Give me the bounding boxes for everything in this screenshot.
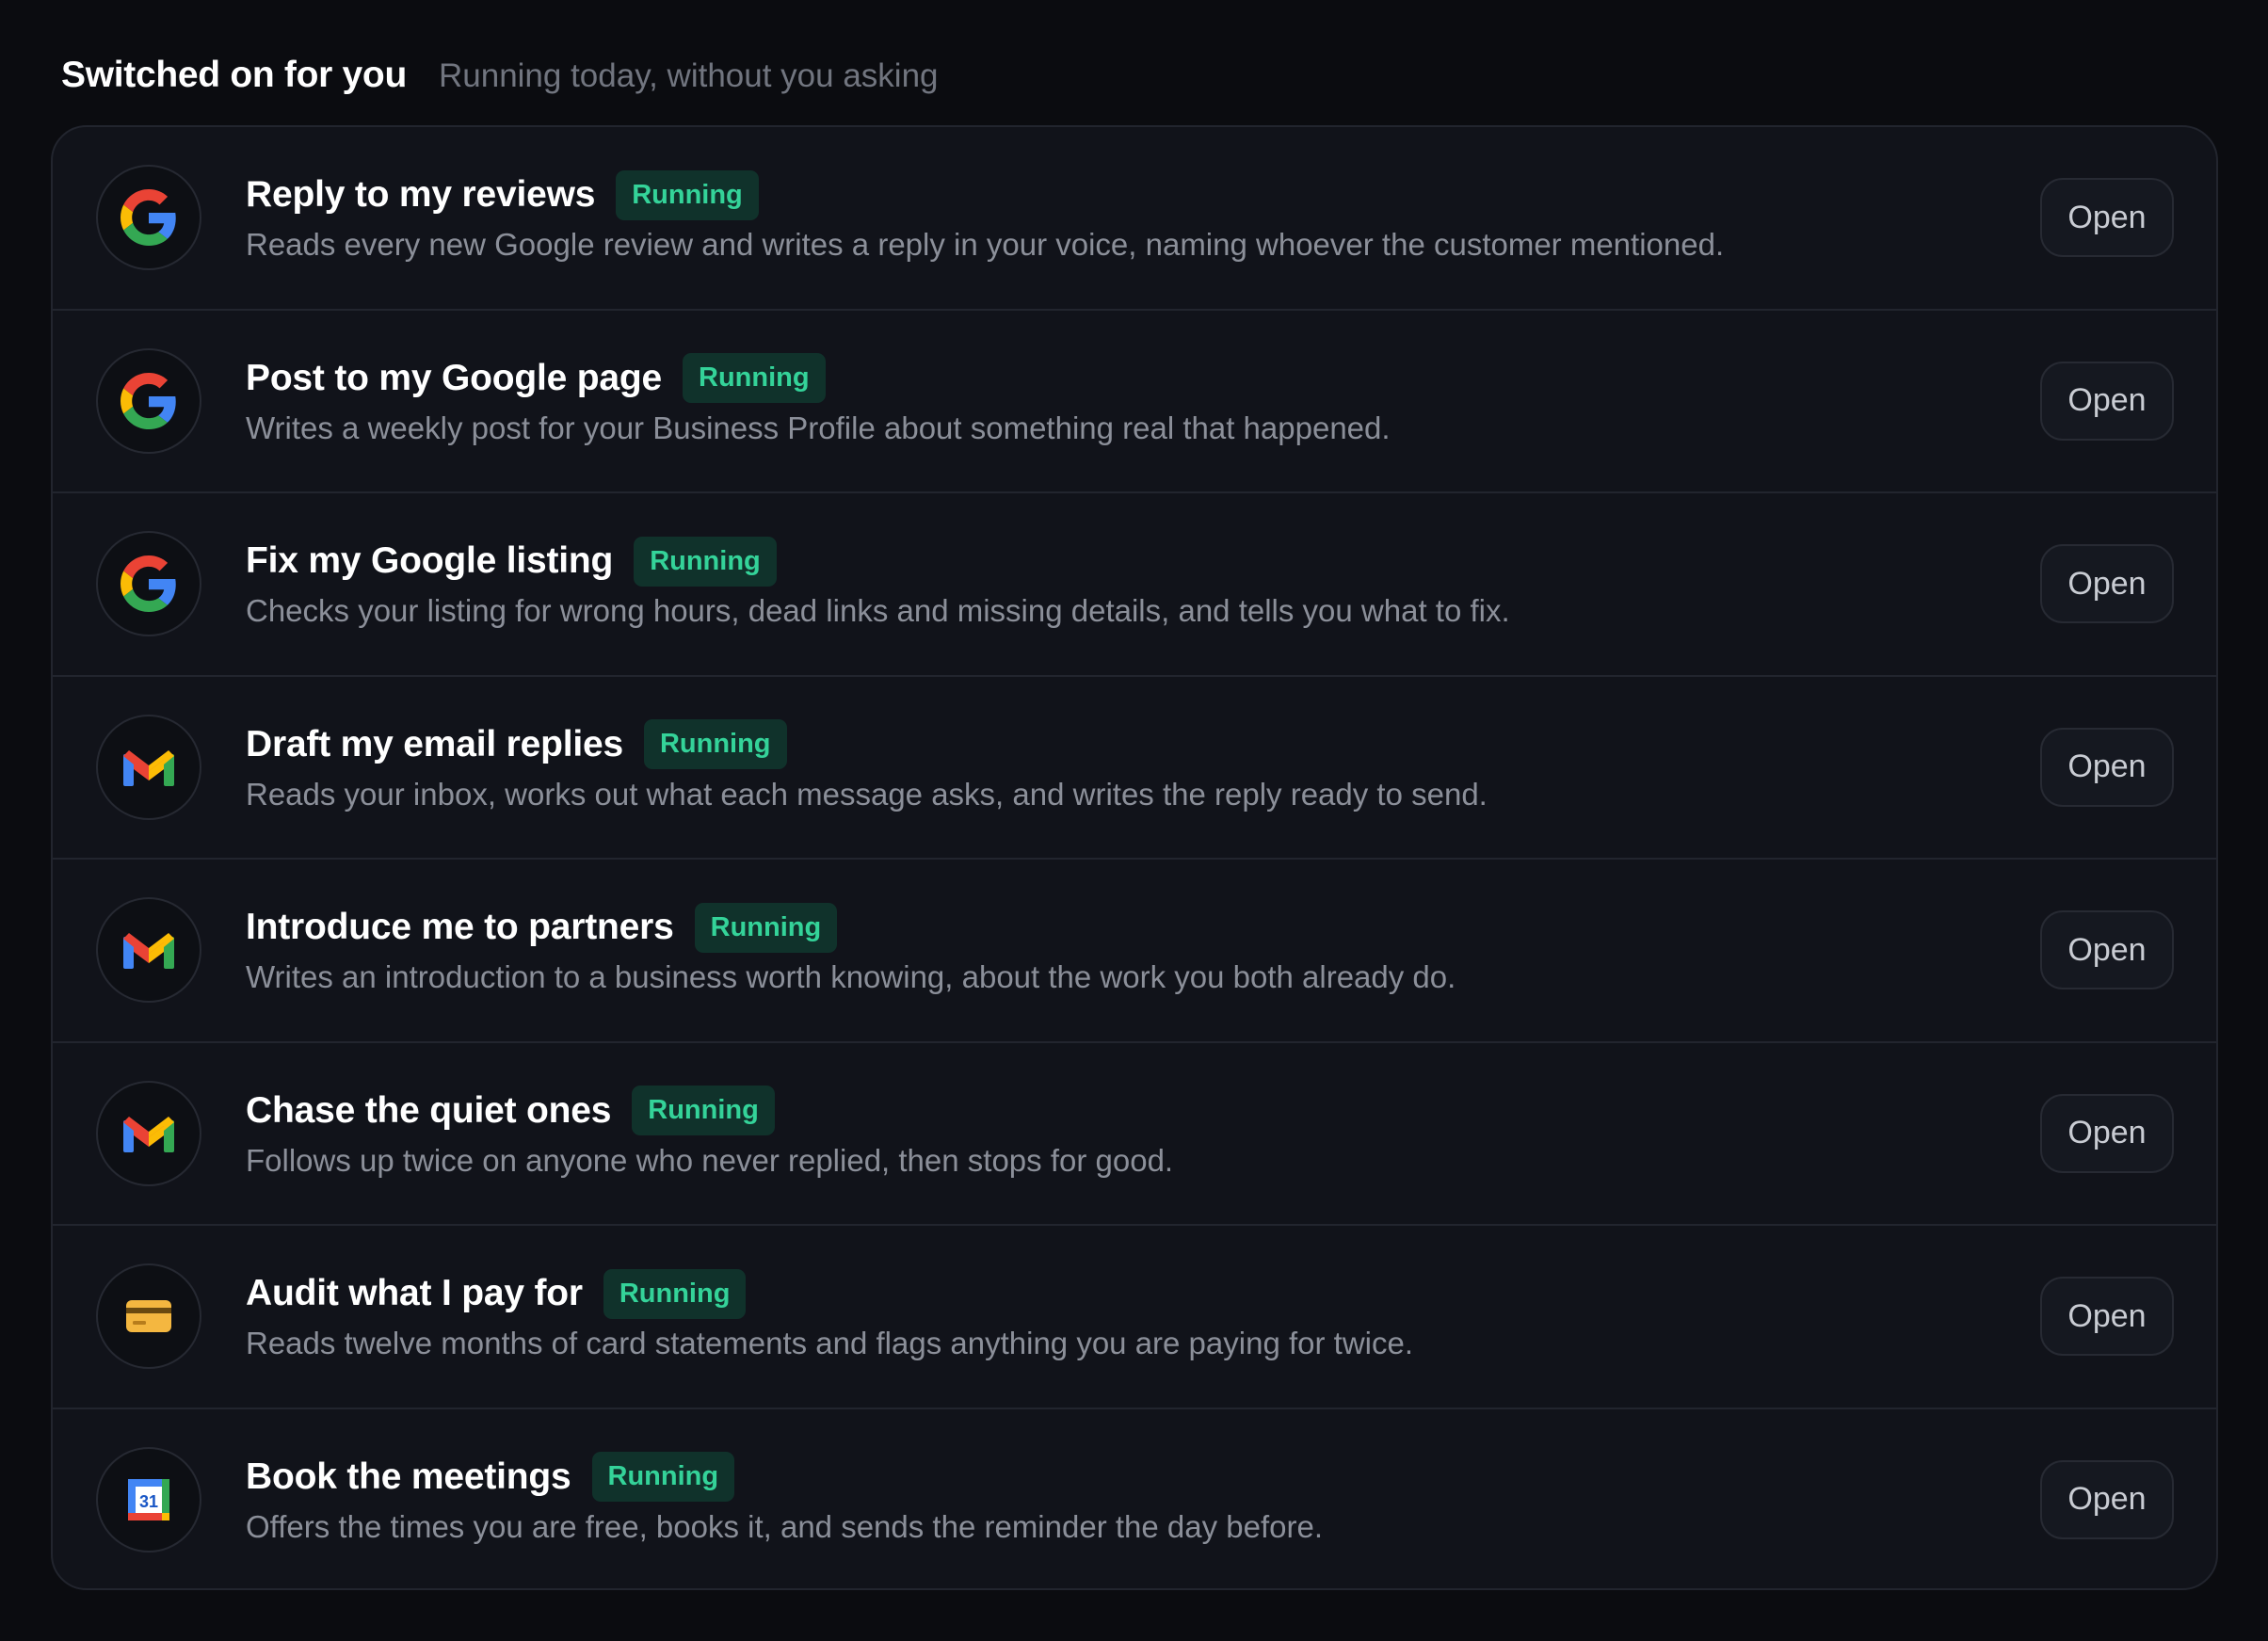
list-item: Post to my Google page Running Writes a … xyxy=(53,311,2216,493)
status-badge: Running xyxy=(643,719,787,769)
item-text: Fix my Google listing Running Checks you… xyxy=(246,535,1915,629)
credit-card-icon xyxy=(96,1263,201,1369)
calendar-icon-label: 31 xyxy=(139,1492,158,1511)
item-description: Reads your inbox, works out what each me… xyxy=(246,776,1488,812)
open-button[interactable]: Open xyxy=(2040,1093,2174,1173)
google-icon xyxy=(96,347,201,454)
item-description: Writes an introduction to a business wor… xyxy=(246,959,1456,994)
open-button[interactable]: Open xyxy=(2040,178,2174,257)
section-title: Switched on for you xyxy=(61,55,407,95)
automations-list: Reply to my reviews Running Reads every … xyxy=(51,125,2218,1590)
list-item: Audit what I pay for Running Reads twelv… xyxy=(53,1226,2216,1409)
item-text: Reply to my reviews Running Reads every … xyxy=(246,169,1915,263)
status-badge: Running xyxy=(632,1086,775,1135)
section-subtitle: Running today, without you asking xyxy=(438,57,939,94)
item-text: Audit what I pay for Running Reads twelv… xyxy=(246,1267,1915,1361)
list-item: Reply to my reviews Running Reads every … xyxy=(53,127,2216,311)
item-text: Introduce me to partners Running Writes … xyxy=(246,901,1915,995)
item-text: Post to my Google page Running Writes a … xyxy=(246,352,1915,446)
item-text: Draft my email replies Running Reads you… xyxy=(246,718,1915,812)
list-item: Introduce me to partners Running Writes … xyxy=(53,860,2216,1043)
item-title: Fix my Google listing xyxy=(246,540,614,581)
list-item: Fix my Google listing Running Checks you… xyxy=(53,493,2216,677)
status-badge: Running xyxy=(603,1268,747,1319)
open-button[interactable]: Open xyxy=(2040,910,2174,989)
open-button[interactable]: Open xyxy=(2040,1459,2174,1539)
gmail-icon xyxy=(96,714,201,820)
item-description: Reads twelve months of card statements a… xyxy=(246,1326,1413,1360)
page: Switched on for you Running today, witho… xyxy=(0,0,2268,1641)
item-title: Draft my email replies xyxy=(246,723,623,764)
item-text: Book the meetings Running Offers the tim… xyxy=(246,1451,1915,1545)
item-description: Follows up twice on anyone who never rep… xyxy=(246,1142,1174,1178)
item-title: Audit what I pay for xyxy=(246,1273,583,1313)
item-title: Post to my Google page xyxy=(246,357,662,398)
open-button[interactable]: Open xyxy=(2040,727,2174,807)
google-icon xyxy=(96,165,201,270)
item-description: Writes a weekly post for your Business P… xyxy=(246,410,1391,445)
status-badge: Running xyxy=(694,902,838,953)
item-description: Checks your listing for wrong hours, dea… xyxy=(246,593,1510,628)
item-title: Reply to my reviews xyxy=(246,174,596,215)
open-button[interactable]: Open xyxy=(2040,361,2174,441)
open-button[interactable]: Open xyxy=(2040,544,2174,623)
google-icon xyxy=(96,531,201,636)
status-badge: Running xyxy=(634,536,777,587)
item-title: Introduce me to partners xyxy=(246,907,674,947)
status-badge: Running xyxy=(591,1452,735,1502)
section-header: Switched on for you Running today, witho… xyxy=(61,55,939,96)
calendar-icon: 31 xyxy=(96,1446,201,1553)
list-item: Draft my email replies Running Reads you… xyxy=(53,677,2216,860)
gmail-icon xyxy=(96,1080,201,1186)
list-item: Chase the quiet ones Running Follows up … xyxy=(53,1043,2216,1226)
list-item: 31 Book the meetings Running Offers the … xyxy=(53,1409,2216,1589)
gmail-icon xyxy=(96,897,201,1003)
item-title: Chase the quiet ones xyxy=(246,1089,612,1131)
open-button[interactable]: Open xyxy=(2040,1277,2174,1356)
item-description: Offers the times you are free, books it,… xyxy=(246,1508,1324,1544)
item-title: Book the meetings xyxy=(246,1456,571,1497)
status-badge: Running xyxy=(683,353,826,403)
item-text: Chase the quiet ones Running Follows up … xyxy=(246,1085,1915,1179)
status-badge: Running xyxy=(616,169,759,220)
item-description: Reads every new Google review and writes… xyxy=(246,227,1725,262)
